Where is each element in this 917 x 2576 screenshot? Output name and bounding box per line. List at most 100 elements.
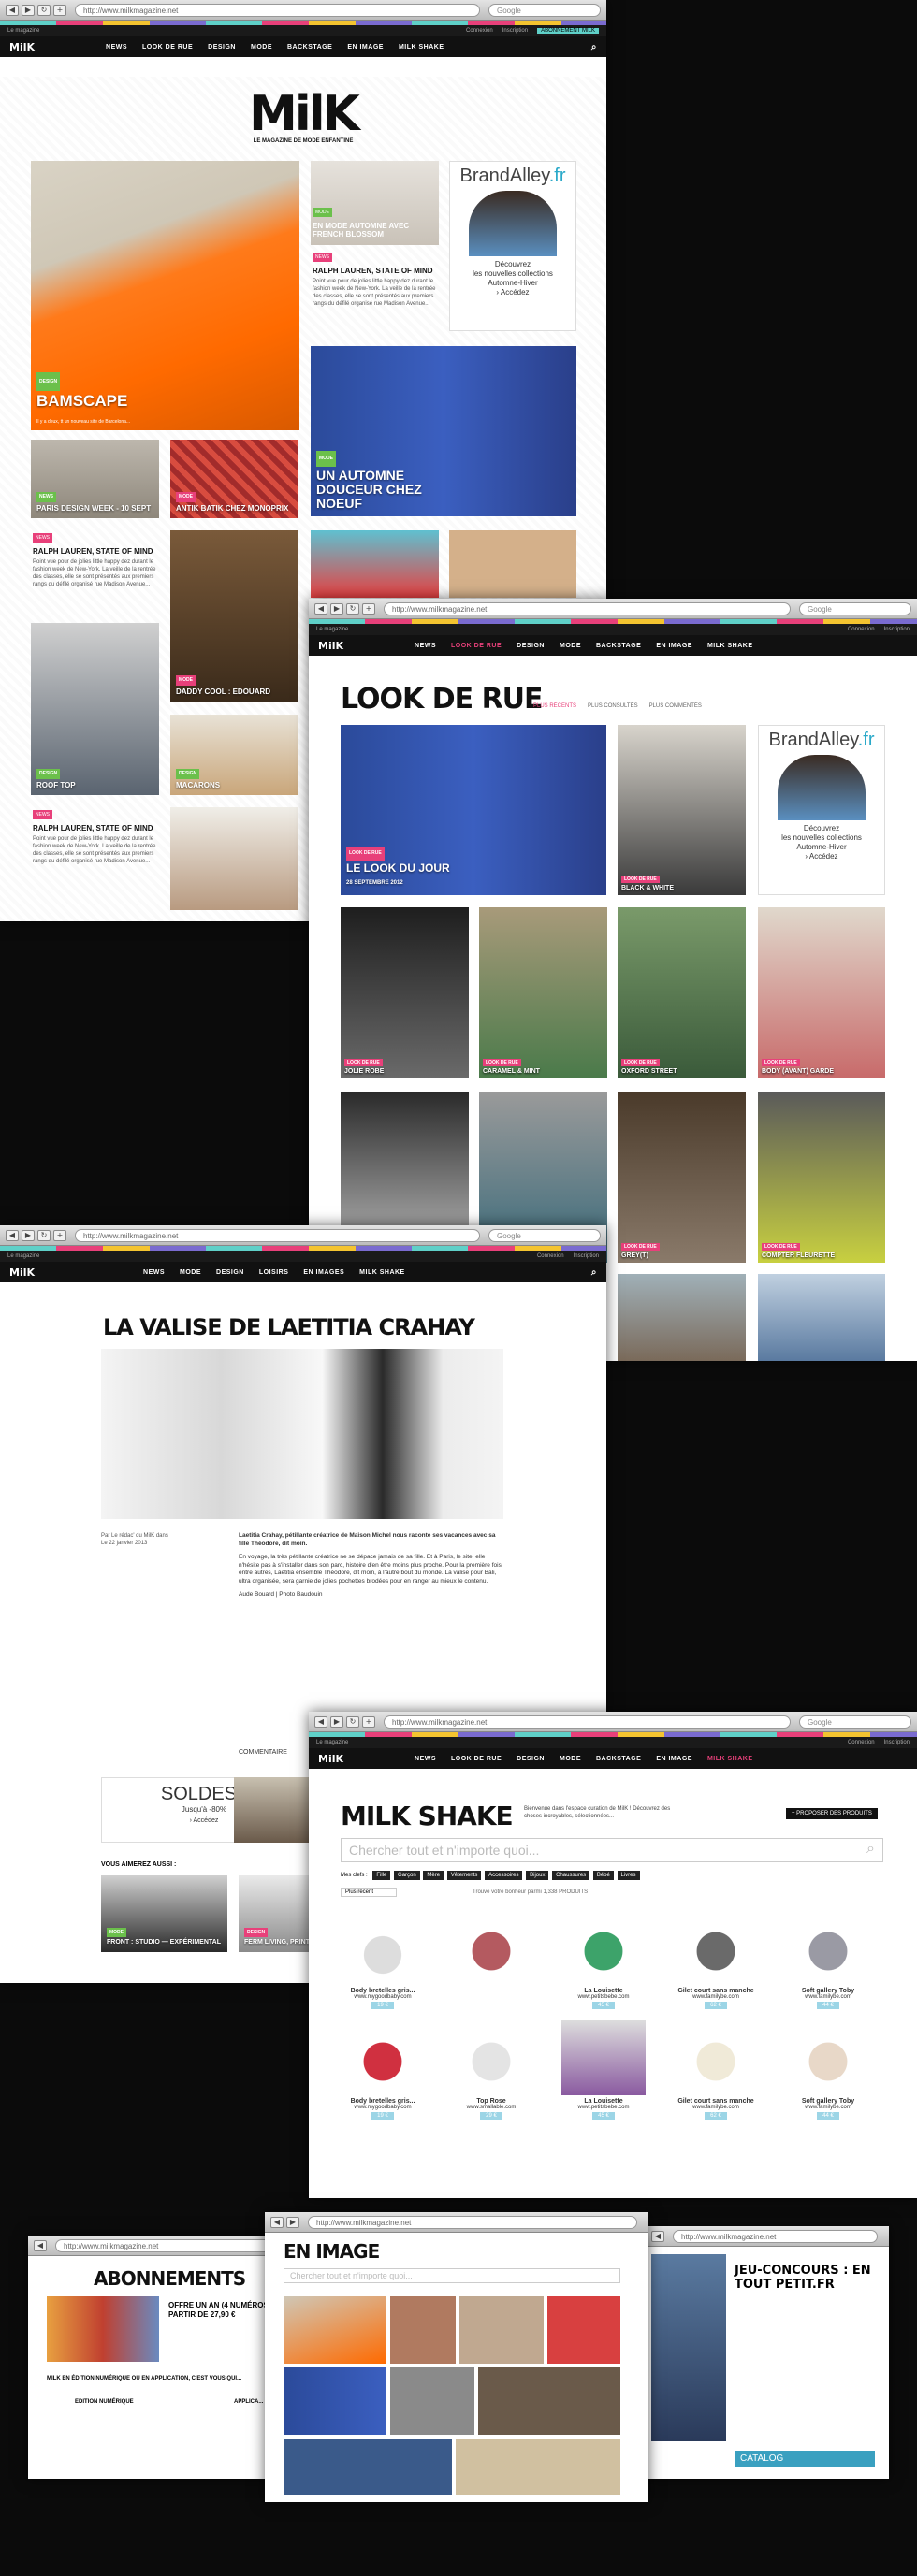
connexion-link[interactable]: Connexion: [848, 1740, 875, 1745]
chip-bebe[interactable]: Bébé: [592, 1871, 614, 1880]
browser-search[interactable]: Google: [488, 1228, 601, 1242]
product-card[interactable]: La Louisette www.petitsbebe.com 45 €: [561, 1910, 646, 2009]
enimage-photo-3[interactable]: [459, 2296, 544, 2364]
top-magazine-link[interactable]: Le magazine: [7, 1253, 39, 1259]
forward-icon[interactable]: ▶: [286, 2216, 299, 2228]
concours-catalog[interactable]: CATALOG: [735, 2451, 875, 2467]
product-card[interactable]: Body bretelles gris... www.mygoodbaby.com…: [341, 1910, 425, 2009]
comments-link[interactable]: COMMENTAIRE: [239, 1749, 287, 1756]
enimage-photo-7[interactable]: [478, 2367, 620, 2435]
abo-numerique[interactable]: EDITION NUMÉRIQUE: [75, 2399, 134, 2405]
product-card[interactable]: Soft gallery Toby www.familybe.com 44 €: [786, 1910, 870, 2009]
product-card[interactable]: La Louisette www.petitsbebe.com 45 €: [561, 2020, 646, 2120]
enimage-photo-8[interactable]: [284, 2439, 452, 2495]
small4-title[interactable]: DADDY COOL : EDOUARD: [176, 687, 270, 696]
look-title-9[interactable]: COMPTER FLEURETTE: [762, 1252, 835, 1259]
small-card-tan[interactable]: [449, 530, 576, 598]
reload-icon[interactable]: ↻: [346, 1715, 359, 1728]
small5-title[interactable]: ROOF TOP: [36, 781, 76, 789]
nav-item-design[interactable]: DESIGN: [216, 1269, 244, 1276]
nav-item-mode[interactable]: MODE: [560, 643, 581, 649]
chip-vetements[interactable]: Vêtements: [446, 1871, 482, 1880]
nav-item-enimage[interactable]: EN IMAGE: [656, 1756, 692, 1762]
enimage-photo-5[interactable]: [284, 2367, 386, 2435]
chip-fille[interactable]: Fille: [372, 1871, 391, 1880]
look-item-4[interactable]: LOOK DE RUE OXFORD STREET: [618, 907, 746, 1078]
forward-icon[interactable]: ▶: [330, 1715, 343, 1728]
nav-logo[interactable]: MilK: [9, 1266, 35, 1279]
look-item-1[interactable]: LOOK DE RUE BLACK & WHITE: [618, 725, 746, 895]
browser-search[interactable]: Google: [799, 1715, 911, 1729]
connexion-link[interactable]: Connexion: [848, 627, 875, 632]
site-logo[interactable]: MilK: [0, 86, 606, 142]
look-item-5[interactable]: LOOK DE RUE BODY (AVANT) GARDE: [758, 907, 885, 1078]
nav-item-look[interactable]: LOOK DE RUE: [451, 643, 502, 649]
card2-title[interactable]: RALPH LAUREN, STATE OF MIND: [313, 267, 439, 275]
tab-commented[interactable]: PLUS COMMENTÉS: [649, 703, 702, 709]
look-title-2[interactable]: JOLIE ROBE: [344, 1068, 384, 1075]
brandalley-ad[interactable]: BrandAlley.fr Découvrez les nouvelles col…: [758, 725, 885, 895]
product-price[interactable]: 45 €: [592, 2002, 615, 2009]
nav-item-enimage[interactable]: EN IMAGE: [347, 44, 384, 51]
nav-logo[interactable]: MilK: [9, 41, 35, 53]
look-item-2[interactable]: LOOK DE RUE JOLIE ROBE: [341, 907, 469, 1078]
product-card[interactable]: Top Rose www.smallable.com 29 €: [449, 2020, 533, 2120]
add-icon[interactable]: +: [362, 1715, 375, 1728]
hero-title[interactable]: BAMSCAPE: [36, 392, 127, 410]
back-icon[interactable]: ◀: [270, 2216, 284, 2228]
url-bar[interactable]: http://www.milkmagazine.net: [384, 601, 791, 615]
nav-item-look[interactable]: LOOK DE RUE: [142, 44, 193, 51]
small1-title[interactable]: PARIS DESIGN WEEK - 10 SEPT: [36, 504, 151, 513]
add-icon[interactable]: +: [362, 602, 375, 615]
nav-item-look[interactable]: LOOK DE RUE: [451, 1756, 502, 1762]
reload-icon[interactable]: ↻: [346, 602, 359, 615]
enimage-search[interactable]: Chercher tout et n'importe quoi...: [284, 2268, 620, 2283]
back-icon[interactable]: ◀: [314, 602, 328, 615]
look-item-3[interactable]: LOOK DE RUE CARAMEL & MINT: [479, 907, 607, 1078]
nav-item-news[interactable]: NEWS: [106, 44, 127, 51]
look-hero[interactable]: LOOK DE RUE LE LOOK DU JOUR 28 SEPTEMBRE 2…: [341, 725, 606, 895]
brand-cta[interactable]: › Accédez: [450, 288, 575, 297]
top-magazine-link[interactable]: Le magazine: [7, 28, 39, 34]
small-card-shoes[interactable]: [311, 530, 439, 598]
nav-item-design[interactable]: DESIGN: [517, 1756, 545, 1762]
product-price[interactable]: 29 €: [480, 2112, 502, 2120]
propose-button[interactable]: + PROPOSER DES PRODUITS: [786, 1808, 878, 1819]
abonnement-button[interactable]: ABONNEMENT MILK: [537, 28, 599, 34]
nav-item-milkshake[interactable]: MILK SHAKE: [707, 643, 753, 649]
connexion-link[interactable]: Connexion: [537, 1253, 564, 1259]
nav-item-news[interactable]: NEWS: [143, 1269, 165, 1276]
chip-mere[interactable]: Mère: [423, 1871, 444, 1880]
nav-item-news[interactable]: NEWS: [415, 643, 436, 649]
top-magazine-link[interactable]: Le magazine: [316, 1740, 348, 1745]
small6-title[interactable]: MACARONS: [176, 781, 220, 789]
add-icon[interactable]: +: [53, 4, 66, 16]
nav-item-enimage[interactable]: EN IMAGE: [656, 643, 692, 649]
back-icon[interactable]: ◀: [651, 2230, 664, 2242]
enimage-photo-1[interactable]: [284, 2296, 386, 2364]
card3-image[interactable]: MODE UN AUTOMNE DOUCEUR CHEZ NOEUF: [311, 346, 576, 516]
url-bar[interactable]: http://www.milkmagazine.net: [673, 2229, 878, 2243]
brand-cta[interactable]: › Accédez: [759, 852, 884, 861]
nav-item-news[interactable]: NEWS: [415, 1756, 436, 1762]
chip-bijoux[interactable]: Bijoux: [526, 1871, 549, 1880]
also-card-1[interactable]: MODE FRONT : STUDIO — EXPÉRIMENTAL: [101, 1875, 227, 1952]
enimage-photo-2[interactable]: [390, 2296, 456, 2364]
nav-item-milkshake[interactable]: MILK SHAKE: [359, 1269, 405, 1276]
small3-title[interactable]: RALPH LAUREN, STATE OF MIND: [33, 547, 156, 556]
small2-image[interactable]: MODE ANTIK BATIK CHEZ MONOPRIX: [170, 440, 298, 518]
nav-item-enimages[interactable]: EN IMAGES: [303, 1269, 344, 1276]
hero-image[interactable]: DESIGN BAMSCAPE Il y a deux, tt un nouvea…: [31, 161, 299, 430]
nav-item-design[interactable]: DESIGN: [517, 643, 545, 649]
shake-search[interactable]: Chercher tout et n'importe quoi... ⌕: [341, 1838, 883, 1862]
nav-item-mode[interactable]: MODE: [180, 1269, 201, 1276]
look-title-3[interactable]: CARAMEL & MINT: [483, 1068, 540, 1075]
small1-image[interactable]: NEWS PARIS DESIGN WEEK - 10 SEPT: [31, 440, 159, 518]
nav-item-milkshake[interactable]: MILK SHAKE: [707, 1756, 753, 1762]
tab-recent[interactable]: PLUS RÉCENTS: [533, 703, 576, 709]
nav-item-mode[interactable]: MODE: [560, 1756, 581, 1762]
back-icon[interactable]: ◀: [34, 2239, 47, 2251]
also1-title[interactable]: FRONT : STUDIO — EXPÉRIMENTAL: [107, 1939, 221, 1946]
url-bar[interactable]: http://www.milkmagazine.net: [75, 1228, 480, 1242]
back-icon[interactable]: ◀: [6, 1229, 19, 1241]
